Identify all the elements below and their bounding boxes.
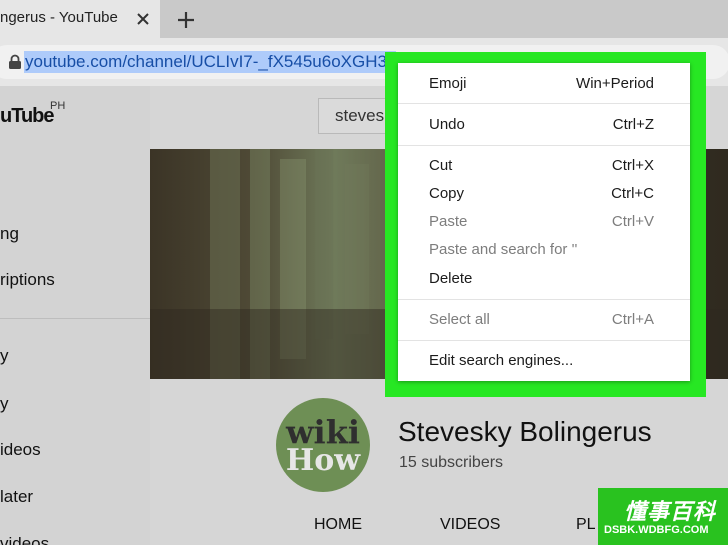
url-text[interactable]: youtube.com/channel/UCLIvI7-_fX545u6oXGH… [24,51,397,73]
menu-separator [398,145,690,146]
sidebar-item-library[interactable]: y [0,346,9,366]
country-code: PH [50,100,66,112]
watermark-chinese: 懂事百科 [624,499,717,524]
menu-item-label: Edit search engines... [429,352,574,369]
menu-item-label: Copy [429,185,465,202]
menu-item-emoji[interactable]: Emoji Win+Period [398,71,690,97]
tab-playlists[interactable]: PL [576,516,596,534]
menu-item-paste-and-search[interactable]: Paste and search for '' [398,237,690,263]
new-tab-icon[interactable] [172,6,200,34]
menu-item-label: Paste and search for '' [429,241,578,258]
menu-item-paste[interactable]: Paste Ctrl+V [398,209,690,235]
menu-item-label: Paste [429,213,468,230]
avatar-text-bottom: How [285,443,361,478]
search-value: stevesk [335,106,393,125]
subscriber-count: 15 subscribers [399,454,504,471]
watermark-url: DSBK.WDBFG.COM [604,524,709,536]
tab-home[interactable]: HOME [314,516,362,534]
menu-item-label: Undo [429,116,465,133]
tab-title: ngerus - YouTube [0,9,118,26]
menu-item-copy[interactable]: Copy Ctrl+C [398,181,690,207]
menu-item-delete[interactable]: Delete [398,266,690,292]
menu-separator [398,103,690,104]
menu-item-label: Select all [429,311,490,328]
browser-tab[interactable]: ngerus - YouTube [0,0,160,38]
sidebar-item-your-videos[interactable]: ideos [0,440,41,460]
menu-item-shortcut: Ctrl+Z [612,116,654,133]
menu-item-shortcut: Ctrl+X [611,157,654,174]
lock-icon[interactable] [8,54,22,70]
menu-item-shortcut: Win+Period [576,75,654,92]
sidebar-item-watch-later[interactable]: later [0,487,33,507]
menu-item-select-all[interactable]: Select all Ctrl+A [398,307,690,333]
menu-item-undo[interactable]: Undo Ctrl+Z [398,112,690,138]
context-menu: Emoji Win+Period Undo Ctrl+Z Cut Ctrl+X … [398,63,690,381]
watermark: 懂事百科 DSBK.WDBFG.COM [598,488,728,545]
menu-item-edit-search-engines[interactable]: Edit search engines... [398,348,690,374]
tab-strip: ngerus - YouTube [0,0,728,38]
menu-item-label: Emoji [429,75,467,92]
sidebar-item-subscriptions[interactable]: riptions [0,270,55,290]
menu-item-shortcut: Ctrl+C [611,185,654,202]
tab-videos[interactable]: VIDEOS [440,516,500,534]
sidebar-item-liked-videos[interactable]: videos [0,534,49,545]
menu-separator [398,340,690,341]
close-icon[interactable] [132,8,154,30]
youtube-logo[interactable]: uTube [0,105,55,128]
menu-separator [398,299,690,300]
menu-item-shortcut: Ctrl+A [611,311,654,328]
channel-name: Stevesky Bolingerus [398,416,652,447]
sidebar-item-history[interactable]: y [0,394,9,414]
sidebar: uTube PH ng riptions y y ideos later vid… [0,86,150,545]
sidebar-divider [0,318,150,319]
menu-item-shortcut: Ctrl+V [611,213,654,230]
sidebar-item-trending[interactable]: ng [0,224,19,244]
menu-item-label: Delete [429,270,473,287]
menu-item-cut[interactable]: Cut Ctrl+X [398,153,690,179]
channel-avatar[interactable]: wiki How [276,398,370,492]
menu-item-label: Cut [429,157,453,174]
